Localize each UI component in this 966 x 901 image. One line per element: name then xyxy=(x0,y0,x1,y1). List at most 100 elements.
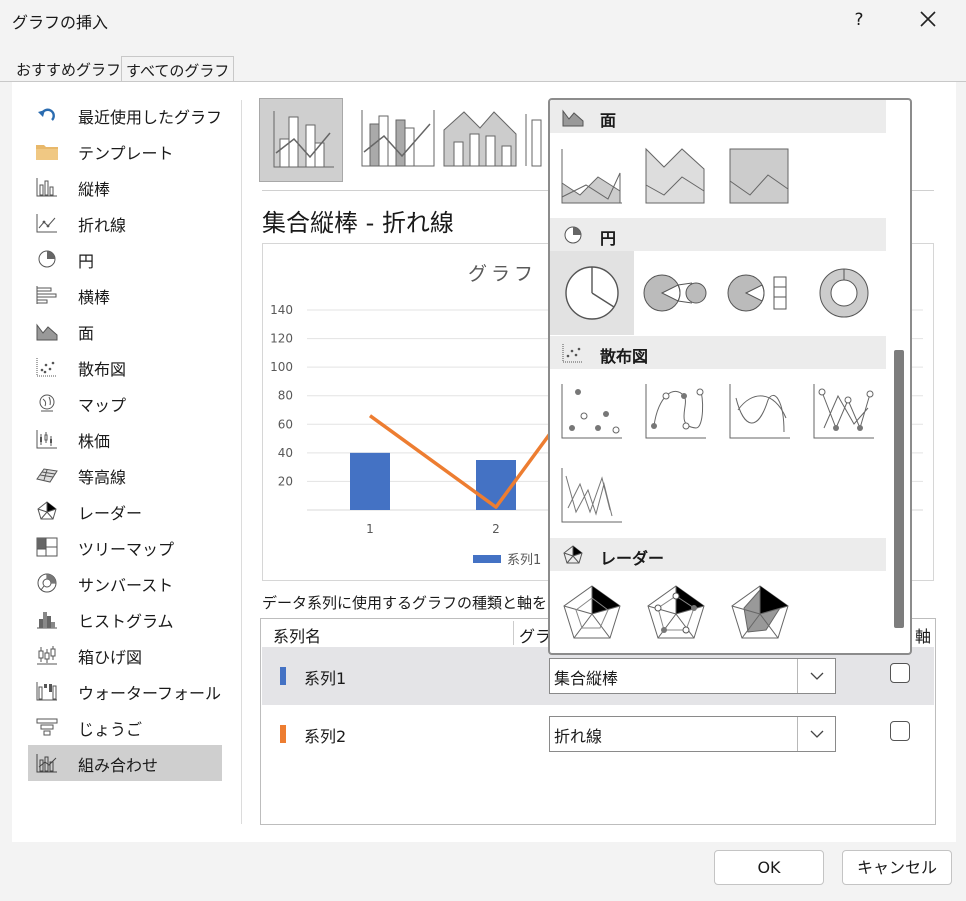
sidebar-item-line[interactable]: 折れ線 xyxy=(28,205,222,241)
table-row[interactable]: 系列1 集合縦棒 xyxy=(262,647,934,705)
chart-type-title: 集合縦棒 - 折れ線 xyxy=(262,209,454,237)
stacked-area-icon xyxy=(645,147,705,204)
tab-all-charts[interactable]: すべてのグラフ xyxy=(121,56,235,82)
dropdown-section-scatter: 散布図 xyxy=(550,336,886,369)
y-tick-label: 80 xyxy=(278,389,293,403)
bar-of-pie-option[interactable] xyxy=(718,251,802,335)
combo-column-line-secondary-icon xyxy=(361,110,435,167)
y-tick-label: 140 xyxy=(270,303,293,317)
column-chart-icon xyxy=(36,178,57,197)
column-header-chart-type: グラ xyxy=(519,627,552,646)
sidebar-item-label: 箱ひげ図 xyxy=(78,648,143,667)
dropdown-button[interactable] xyxy=(797,659,835,693)
series-name: 系列2 xyxy=(304,727,347,746)
percent-area-icon xyxy=(729,148,789,204)
percent-area-option[interactable] xyxy=(718,133,802,217)
line-chart-icon xyxy=(36,214,57,233)
tab-strip: おすすめグラフ すべてのグラフ xyxy=(0,56,966,82)
pie-of-pie-option[interactable] xyxy=(634,251,718,335)
map-chart-icon xyxy=(39,394,55,412)
series-name: 系列1 xyxy=(304,669,347,688)
sidebar-item-label: ツリーマップ xyxy=(78,540,175,559)
sidebar-item-area[interactable]: 面 xyxy=(28,313,222,349)
secondary-axis-checkbox[interactable] xyxy=(890,721,910,741)
filled-radar-icon xyxy=(731,585,789,639)
ok-button[interactable]: OK xyxy=(714,850,824,885)
doughnut-option[interactable] xyxy=(802,251,886,335)
secondary-axis-checkbox[interactable] xyxy=(890,663,910,683)
stacked-area-option[interactable] xyxy=(634,133,718,217)
radar-chart-icon xyxy=(37,501,57,520)
sidebar-item-surface[interactable]: 等高線 xyxy=(28,457,222,493)
radar-markers-option[interactable] xyxy=(634,572,718,653)
sidebar-item-label: 組み合わせ xyxy=(78,756,159,775)
sidebar-item-funnel[interactable]: じょうご xyxy=(28,709,222,745)
scatter-straight-markers-option[interactable] xyxy=(802,370,886,454)
sidebar-item-recent[interactable]: 最近使用したグラフ xyxy=(28,97,222,133)
sidebar-item-map[interactable]: マップ xyxy=(28,385,222,421)
radar-option[interactable] xyxy=(550,572,634,653)
sidebar-item-label: 円 xyxy=(78,252,95,271)
scatter-option[interactable] xyxy=(550,370,634,454)
table-row[interactable]: 系列2 折れ線 xyxy=(262,705,934,763)
sidebar-item-boxwhisker[interactable]: 箱ひげ図 xyxy=(28,637,222,673)
tab-recommended[interactable]: おすすめグラフ xyxy=(12,56,125,82)
sidebar-item-bar[interactable]: 横棒 xyxy=(28,277,222,313)
y-tick-label: 20 xyxy=(278,474,293,488)
dropdown-button[interactable] xyxy=(797,717,835,751)
chevron-down-icon xyxy=(810,730,824,738)
sidebar-item-pie[interactable]: 円 xyxy=(28,241,222,277)
sidebar-item-waterfall[interactable]: ウォーターフォール xyxy=(28,673,222,709)
sidebar-item-label: 散布図 xyxy=(78,360,127,379)
sidebar-item-label: 株価 xyxy=(78,432,111,451)
filled-radar-option[interactable] xyxy=(718,572,802,653)
dropdown-section-pie: 円 xyxy=(550,218,886,251)
dropdown-section-radar: レーダー xyxy=(550,538,886,571)
scatter-smooth-option[interactable] xyxy=(718,370,802,454)
section-label: 面 xyxy=(600,111,617,130)
funnel-chart-icon xyxy=(36,718,58,736)
chart-type-value: 折れ線 xyxy=(554,727,603,746)
sidebar-item-combo[interactable]: 組み合わせ xyxy=(28,745,222,781)
sidebar-item-template[interactable]: テンプレート xyxy=(28,133,222,169)
cancel-button[interactable]: キャンセル xyxy=(842,850,952,885)
scatter-straight-markers-icon xyxy=(813,384,874,439)
help-button[interactable]: ? xyxy=(844,6,874,34)
sidebar-item-label: 折れ線 xyxy=(78,216,127,235)
scatter-icon xyxy=(561,384,622,439)
scatter-straight-option[interactable] xyxy=(550,454,634,538)
scatter-straight-icon xyxy=(561,468,622,523)
bar-of-pie-icon xyxy=(727,274,787,312)
subtype-clustered-column-line[interactable] xyxy=(259,98,343,182)
area-option[interactable] xyxy=(550,133,634,217)
section-label: 散布図 xyxy=(600,347,649,366)
legend-label: 系列1 xyxy=(507,553,541,568)
close-button[interactable] xyxy=(910,6,946,34)
sidebar-item-stock[interactable]: 株価 xyxy=(28,421,222,457)
sidebar-item-label: ウォーターフォール xyxy=(78,684,222,703)
chart-type-select[interactable]: 集合縦棒 xyxy=(549,658,836,694)
waterfall-chart-icon xyxy=(36,682,57,701)
sidebar-item-radar[interactable]: レーダー xyxy=(28,493,222,529)
folder-icon xyxy=(36,145,58,160)
title-bar: グラフの挿入 ? xyxy=(0,0,966,42)
y-tick-label: 100 xyxy=(270,360,293,374)
sunburst-chart-icon xyxy=(37,573,57,593)
y-tick-label: 120 xyxy=(270,332,293,346)
dropdown-scrollbar[interactable] xyxy=(894,350,904,628)
radar-chart-icon xyxy=(563,545,583,564)
subtype-stacked-area-column[interactable] xyxy=(440,98,524,182)
pie-of-pie-icon xyxy=(643,274,707,312)
sidebar-item-column[interactable]: 縦棒 xyxy=(28,169,222,205)
sidebar-item-histogram[interactable]: ヒストグラム xyxy=(28,601,222,637)
sidebar-item-treemap[interactable]: ツリーマップ xyxy=(28,529,222,565)
chart-type-select[interactable]: 折れ線 xyxy=(549,716,836,752)
pie-option[interactable] xyxy=(550,251,634,335)
subtype-column-line-secondary[interactable] xyxy=(356,98,440,182)
sidebar-item-scatter[interactable]: 散布図 xyxy=(28,349,222,385)
dialog-title: グラフの挿入 xyxy=(12,13,109,32)
scatter-smooth-markers-option[interactable] xyxy=(634,370,718,454)
x-tick-label: 2 xyxy=(492,522,500,536)
panel-divider xyxy=(241,100,242,824)
sidebar-item-sunburst[interactable]: サンバースト xyxy=(28,565,222,601)
